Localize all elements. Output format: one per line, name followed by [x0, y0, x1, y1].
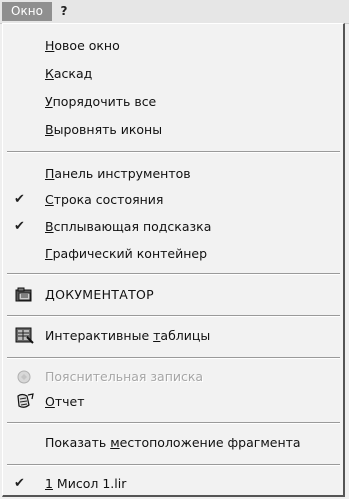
- folder-documentator-icon: [15, 287, 32, 302]
- menu-separator: [7, 422, 340, 424]
- checkmark-icon: ✔: [14, 219, 25, 234]
- menu-item-documentator[interactable]: ДОКУМЕНТАТОР: [3, 283, 342, 307]
- menu-separator: [7, 151, 340, 153]
- menu-item-report-label: Отчет: [45, 394, 85, 409]
- menu-item-document-1[interactable]: ✔ 1 Мисол 1.lir: [3, 472, 342, 496]
- menu-item-cascade-label: Каскад: [45, 66, 93, 81]
- menu-item-status-bar[interactable]: ✔ Строка состояния: [3, 188, 342, 212]
- menu-item-arrange-all-label: Упорядочить все: [45, 94, 157, 109]
- menu-item-new-window-label: Новое окно: [45, 38, 120, 53]
- menu-separator: [7, 273, 340, 275]
- menu-item-toolbar[interactable]: Панель инструментов: [3, 162, 342, 186]
- menu-item-cascade[interactable]: Каскад: [3, 62, 342, 86]
- menu-item-status-bar-label: Строка состояния: [45, 192, 164, 207]
- menu-item-report[interactable]: Отчет: [3, 390, 342, 414]
- menu-separator: [7, 464, 340, 466]
- table-icon: [15, 327, 34, 344]
- note-icon: [17, 370, 31, 384]
- window-menu-dropdown: Новое окно Каскад Упорядочить все Выровн…: [2, 23, 345, 497]
- menu-item-document-1-label: 1 Мисол 1.lir: [45, 476, 127, 491]
- menu-item-show-location-label: Показать местоположение фрагмента: [45, 435, 301, 450]
- menu-window[interactable]: Окно: [2, 2, 52, 21]
- checkmark-icon: ✔: [14, 192, 25, 207]
- menu-item-toolbar-label: Панель инструментов: [45, 166, 191, 181]
- menu-item-explanatory-note-label: Пояснительная записка: [45, 369, 204, 384]
- menu-item-graphic-container-label: Графический контейнер: [45, 246, 208, 261]
- menu-separator: [7, 315, 340, 317]
- checkmark-icon: ✔: [14, 476, 25, 491]
- menu-separator: [7, 357, 340, 359]
- menu-item-show-location[interactable]: Показать местоположение фрагмента: [3, 431, 342, 455]
- menu-item-explanatory-note: Пояснительная записка: [3, 365, 342, 389]
- menu-bar: Окно ?: [0, 0, 349, 24]
- menu-item-arrange-icons-label: Выровнять иконы: [45, 122, 163, 137]
- menu-item-interactive-tables-label: Интерактивные таблицы: [45, 328, 211, 343]
- menu-item-arrange-icons[interactable]: Выровнять иконы: [3, 118, 342, 142]
- menu-item-arrange-all[interactable]: Упорядочить все: [3, 90, 342, 114]
- report-icon: [17, 393, 34, 408]
- menu-item-new-window[interactable]: Новое окно: [3, 34, 342, 58]
- menu-item-tooltip-label: Всплывающая подсказка: [45, 219, 212, 234]
- menu-item-documentator-label: ДОКУМЕНТАТОР: [45, 287, 154, 302]
- menu-item-tooltip[interactable]: ✔ Всплывающая подсказка: [3, 215, 342, 239]
- menu-item-interactive-tables[interactable]: Интерактивные таблицы: [3, 324, 342, 348]
- menu-help[interactable]: ?: [56, 2, 72, 21]
- menu-item-graphic-container[interactable]: Графический контейнер: [3, 242, 342, 266]
